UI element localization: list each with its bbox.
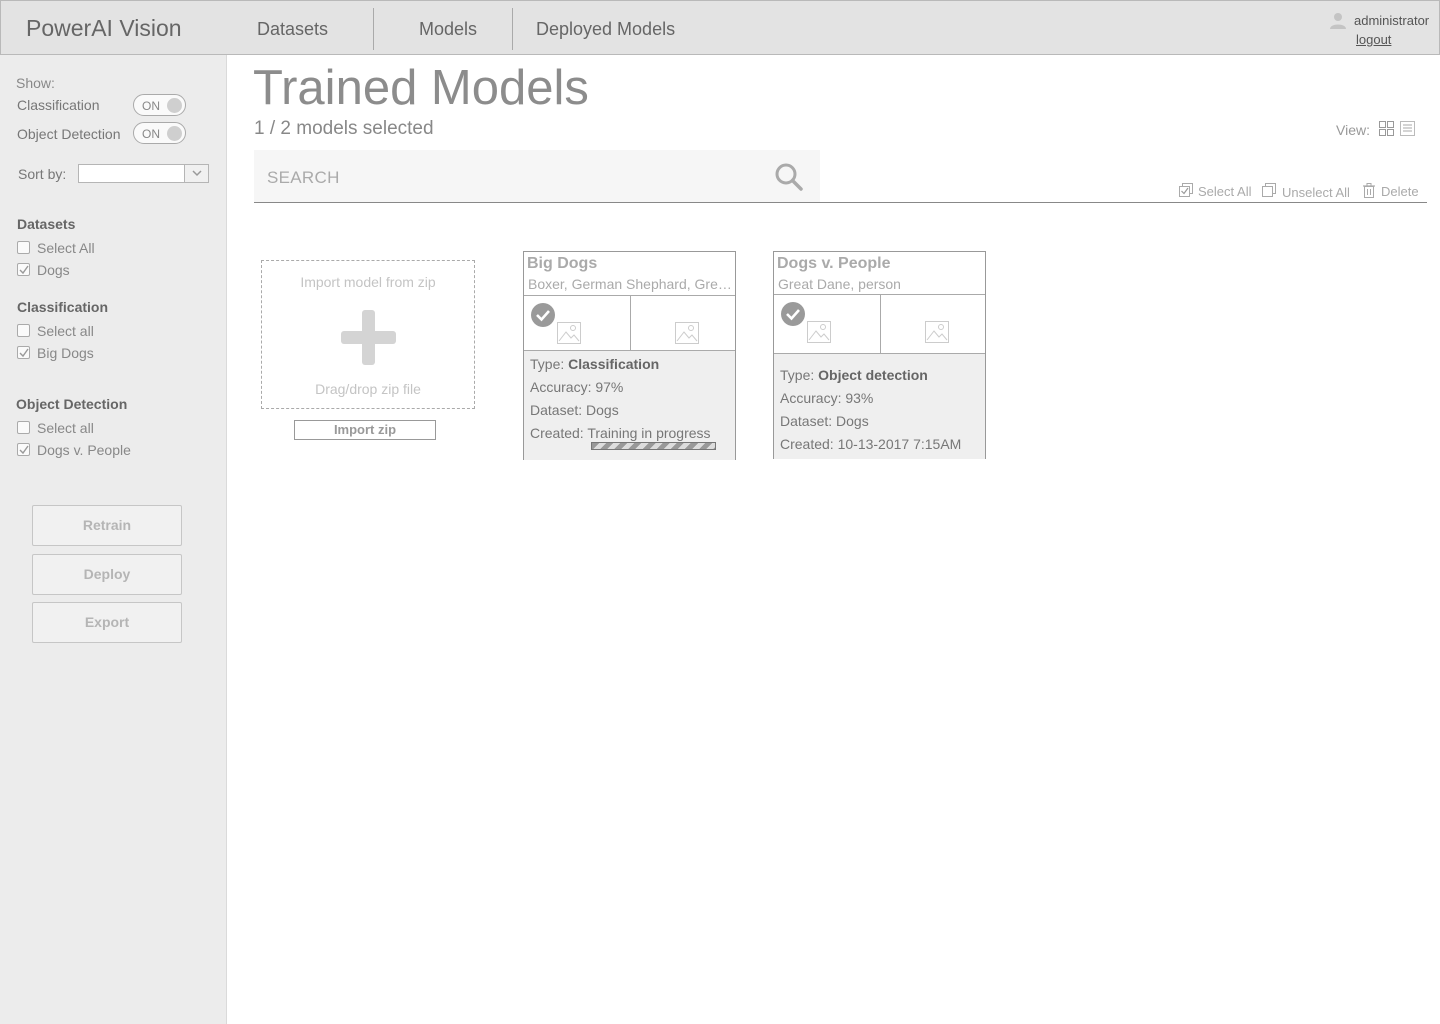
model-name: Dogs v. People [777, 255, 891, 272]
model-card-big-dogs[interactable]: Big Dogs Boxer, German Shephard, Great D… [523, 251, 736, 460]
sort-dropdown-toggle[interactable] [184, 165, 208, 182]
classification-toggle[interactable]: ON [133, 94, 186, 116]
show-label: Show: [16, 75, 55, 91]
toggle-classification-label: Classification [17, 97, 100, 113]
view-label: View: [1336, 122, 1370, 138]
sort-by-select[interactable] [78, 164, 209, 183]
checkbox[interactable] [17, 421, 30, 434]
app-brand[interactable]: PowerAI Vision [26, 15, 182, 42]
model-name: Big Dogs [527, 255, 598, 272]
checkbox-label: Big Dogs [37, 345, 94, 361]
image-placeholder-icon [925, 321, 949, 343]
model-dataset: Dataset: Dogs [530, 402, 619, 418]
import-dropzone[interactable]: Import model from zip Drag/drop zip file [261, 260, 475, 409]
plus-icon [341, 310, 396, 365]
training-progress-bar [591, 442, 716, 450]
model-info-panel: Type: Object detection Accuracy: 93% Dat… [774, 353, 985, 459]
checkbox-checked[interactable] [17, 346, 30, 359]
nav-divider [512, 8, 513, 50]
checkbox-label: Dogs v. People [37, 442, 131, 458]
card-thumbnails [524, 296, 735, 351]
checkmark-icon [19, 265, 29, 275]
type-label: Type: [530, 356, 565, 372]
model-dataset: Dataset: Dogs [780, 413, 869, 429]
model-type: Type: Object detection [780, 367, 928, 383]
unselect-all-label: Unselect All [1282, 185, 1350, 200]
toggle-knob [167, 126, 182, 141]
toggle-object-detection-label: Object Detection [17, 126, 121, 142]
thumb-divider [880, 295, 881, 353]
check-circle-icon[interactable] [530, 302, 556, 328]
nav-deployed-models[interactable]: Deployed Models [536, 19, 675, 40]
image-placeholder-icon [557, 322, 581, 344]
unselect-all-icon [1262, 183, 1276, 197]
retrain-button[interactable]: Retrain [32, 505, 182, 546]
chevron-down-icon [192, 170, 202, 177]
checkbox-label: Select All [37, 240, 95, 256]
checkbox-checked[interactable] [17, 443, 30, 456]
check-circle-icon[interactable] [780, 301, 806, 327]
export-button[interactable]: Export [32, 602, 182, 643]
trash-icon [1363, 183, 1375, 198]
import-zip-button[interactable]: Import zip [294, 420, 436, 440]
model-accuracy: Accuracy: 97% [530, 379, 624, 395]
list-view-icon[interactable] [1400, 121, 1415, 136]
nav-divider [373, 8, 374, 50]
checkbox[interactable] [17, 324, 30, 337]
image-placeholder-icon [807, 321, 831, 343]
checkbox-label: Dogs [37, 262, 70, 278]
checkmark-icon [19, 445, 29, 455]
toolbar-divider [254, 202, 1427, 203]
nav-datasets[interactable]: Datasets [257, 19, 328, 40]
sort-by-label: Sort by: [18, 166, 67, 182]
model-created: Created: 10-13-2017 7:15AM [780, 436, 962, 452]
type-value: Object detection [818, 367, 928, 383]
checkbox[interactable] [17, 241, 30, 254]
page-title: Trained Models [253, 61, 589, 115]
card-thumbnails [774, 295, 985, 353]
model-info-panel: Type: Classification Accuracy: 97% Datas… [524, 350, 735, 460]
search-box[interactable]: SEARCH [254, 150, 820, 202]
model-accuracy: Accuracy: 93% [780, 390, 874, 406]
search-icon[interactable] [774, 162, 804, 192]
deploy-button[interactable]: Deploy [32, 554, 182, 595]
logout-link[interactable]: logout [1356, 32, 1391, 47]
nav-models[interactable]: Models [419, 19, 477, 40]
dropzone-heading: Import model from zip [300, 274, 436, 290]
search-input[interactable]: SEARCH [267, 168, 340, 188]
classification-heading: Classification [17, 299, 109, 315]
model-type: Type: Classification [530, 356, 659, 372]
card-header: Big Dogs Boxer, German Shephard, Great D… [524, 252, 735, 296]
image-placeholder-icon [675, 322, 699, 344]
model-card-dogs-v-people[interactable]: Dogs v. People Great Dane, person Type: … [773, 251, 986, 459]
model-labels: Boxer, German Shephard, Great Dane [528, 276, 733, 292]
username: administrator [1354, 13, 1430, 28]
type-value: Classification [568, 356, 660, 372]
card-header: Dogs v. People Great Dane, person [774, 252, 985, 295]
thumb-divider [630, 296, 631, 351]
checkmark-icon [19, 348, 29, 358]
dropzone-hint: Drag/drop zip file [315, 381, 421, 397]
grid-view-icon[interactable] [1379, 121, 1394, 136]
model-created: Created: Training in progress [530, 425, 711, 441]
user-icon [1330, 13, 1346, 29]
sidebar: Show: Classification ON Object Detection… [0, 55, 227, 1024]
object-detection-toggle[interactable]: ON [133, 122, 186, 144]
select-all-icon [1179, 183, 1193, 197]
checkbox-label: Select all [37, 420, 94, 436]
object-detection-heading: Object Detection [16, 396, 128, 412]
toggle-state: ON [142, 99, 160, 113]
toggle-knob [167, 98, 182, 113]
datasets-heading: Datasets [17, 216, 76, 232]
model-labels: Great Dane, person [778, 276, 901, 292]
checkbox-checked[interactable] [17, 263, 30, 276]
delete-label: Delete [1381, 184, 1419, 199]
top-bar: PowerAI Vision Datasets Models Deployed … [0, 0, 1440, 55]
selection-status: 1 / 2 models selected [254, 118, 434, 139]
type-label: Type: [780, 367, 815, 383]
select-all-label: Select All [1198, 184, 1252, 199]
toggle-state: ON [142, 127, 160, 141]
checkbox-label: Select all [37, 323, 94, 339]
